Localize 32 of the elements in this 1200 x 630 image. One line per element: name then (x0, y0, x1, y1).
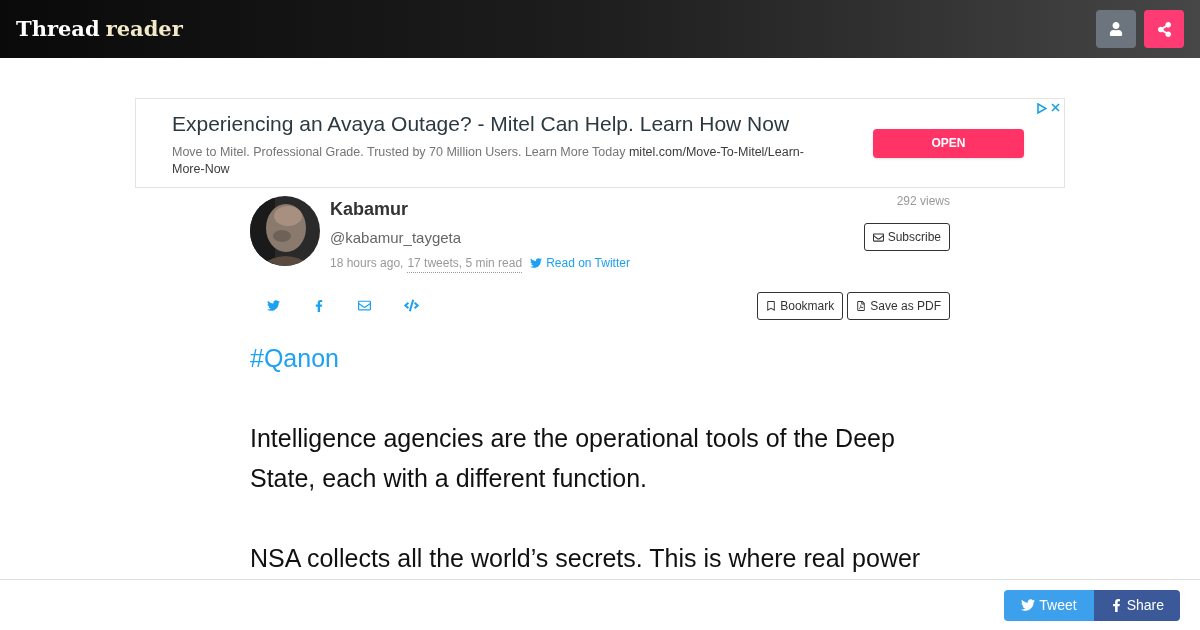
post-time: 18 hours ago, (330, 255, 404, 272)
bird-icon[interactable] (267, 299, 280, 312)
facebook-icon[interactable] (313, 299, 325, 312)
envelope-icon[interactable] (358, 299, 371, 312)
bird-icon (530, 257, 543, 269)
share-icon (1156, 21, 1172, 37)
tweet-text: NSA collects all the world’s secrets. This is where real power (250, 542, 922, 574)
bookmark-icon (766, 300, 777, 311)
logo[interactable]: Thread reader (16, 13, 183, 45)
account-button[interactable] (1096, 10, 1136, 48)
user-icon (1109, 22, 1123, 36)
close-icon[interactable] (1051, 103, 1060, 112)
save-pdf-button[interactable]: Save as PDF (847, 291, 950, 320)
tweet-text: Intelligence agencies are the operational tools of the Deep State, each with a different function. (250, 422, 896, 494)
bookmark-button[interactable]: Bookmark (757, 291, 844, 320)
file-icon (856, 300, 867, 311)
facebook-share-button[interactable]: Share (1093, 589, 1180, 621)
code-icon[interactable] (404, 298, 419, 313)
open-button[interactable]: OPEN (873, 128, 1024, 158)
share-button[interactable] (1144, 10, 1184, 48)
envelope-icon (872, 231, 884, 243)
author-name[interactable]: Kabamur (330, 196, 864, 223)
thread-stats: 17 tweets, 5 min read (407, 253, 523, 273)
author-handle[interactable]: @kabamur_taygeta (330, 227, 864, 250)
ad-description: Move to Mitel. Professional Grade. Trusted by 70 Million Users. Learn More Today mitel.com/Move-To-Mitel/Learn-More-Now (172, 143, 805, 178)
logo-text: Thread (16, 15, 100, 44)
subscribe-button[interactable]: Subscribe (863, 223, 950, 251)
logo-text: reader (105, 15, 183, 44)
bird-icon (1021, 598, 1036, 612)
view-count: 292 views (896, 193, 950, 210)
ad-title[interactable]: Experiencing an Avaya Outage? - Mitel Can Help. Learn How Now (172, 108, 833, 140)
ad-choices-icon[interactable] (1037, 103, 1047, 114)
